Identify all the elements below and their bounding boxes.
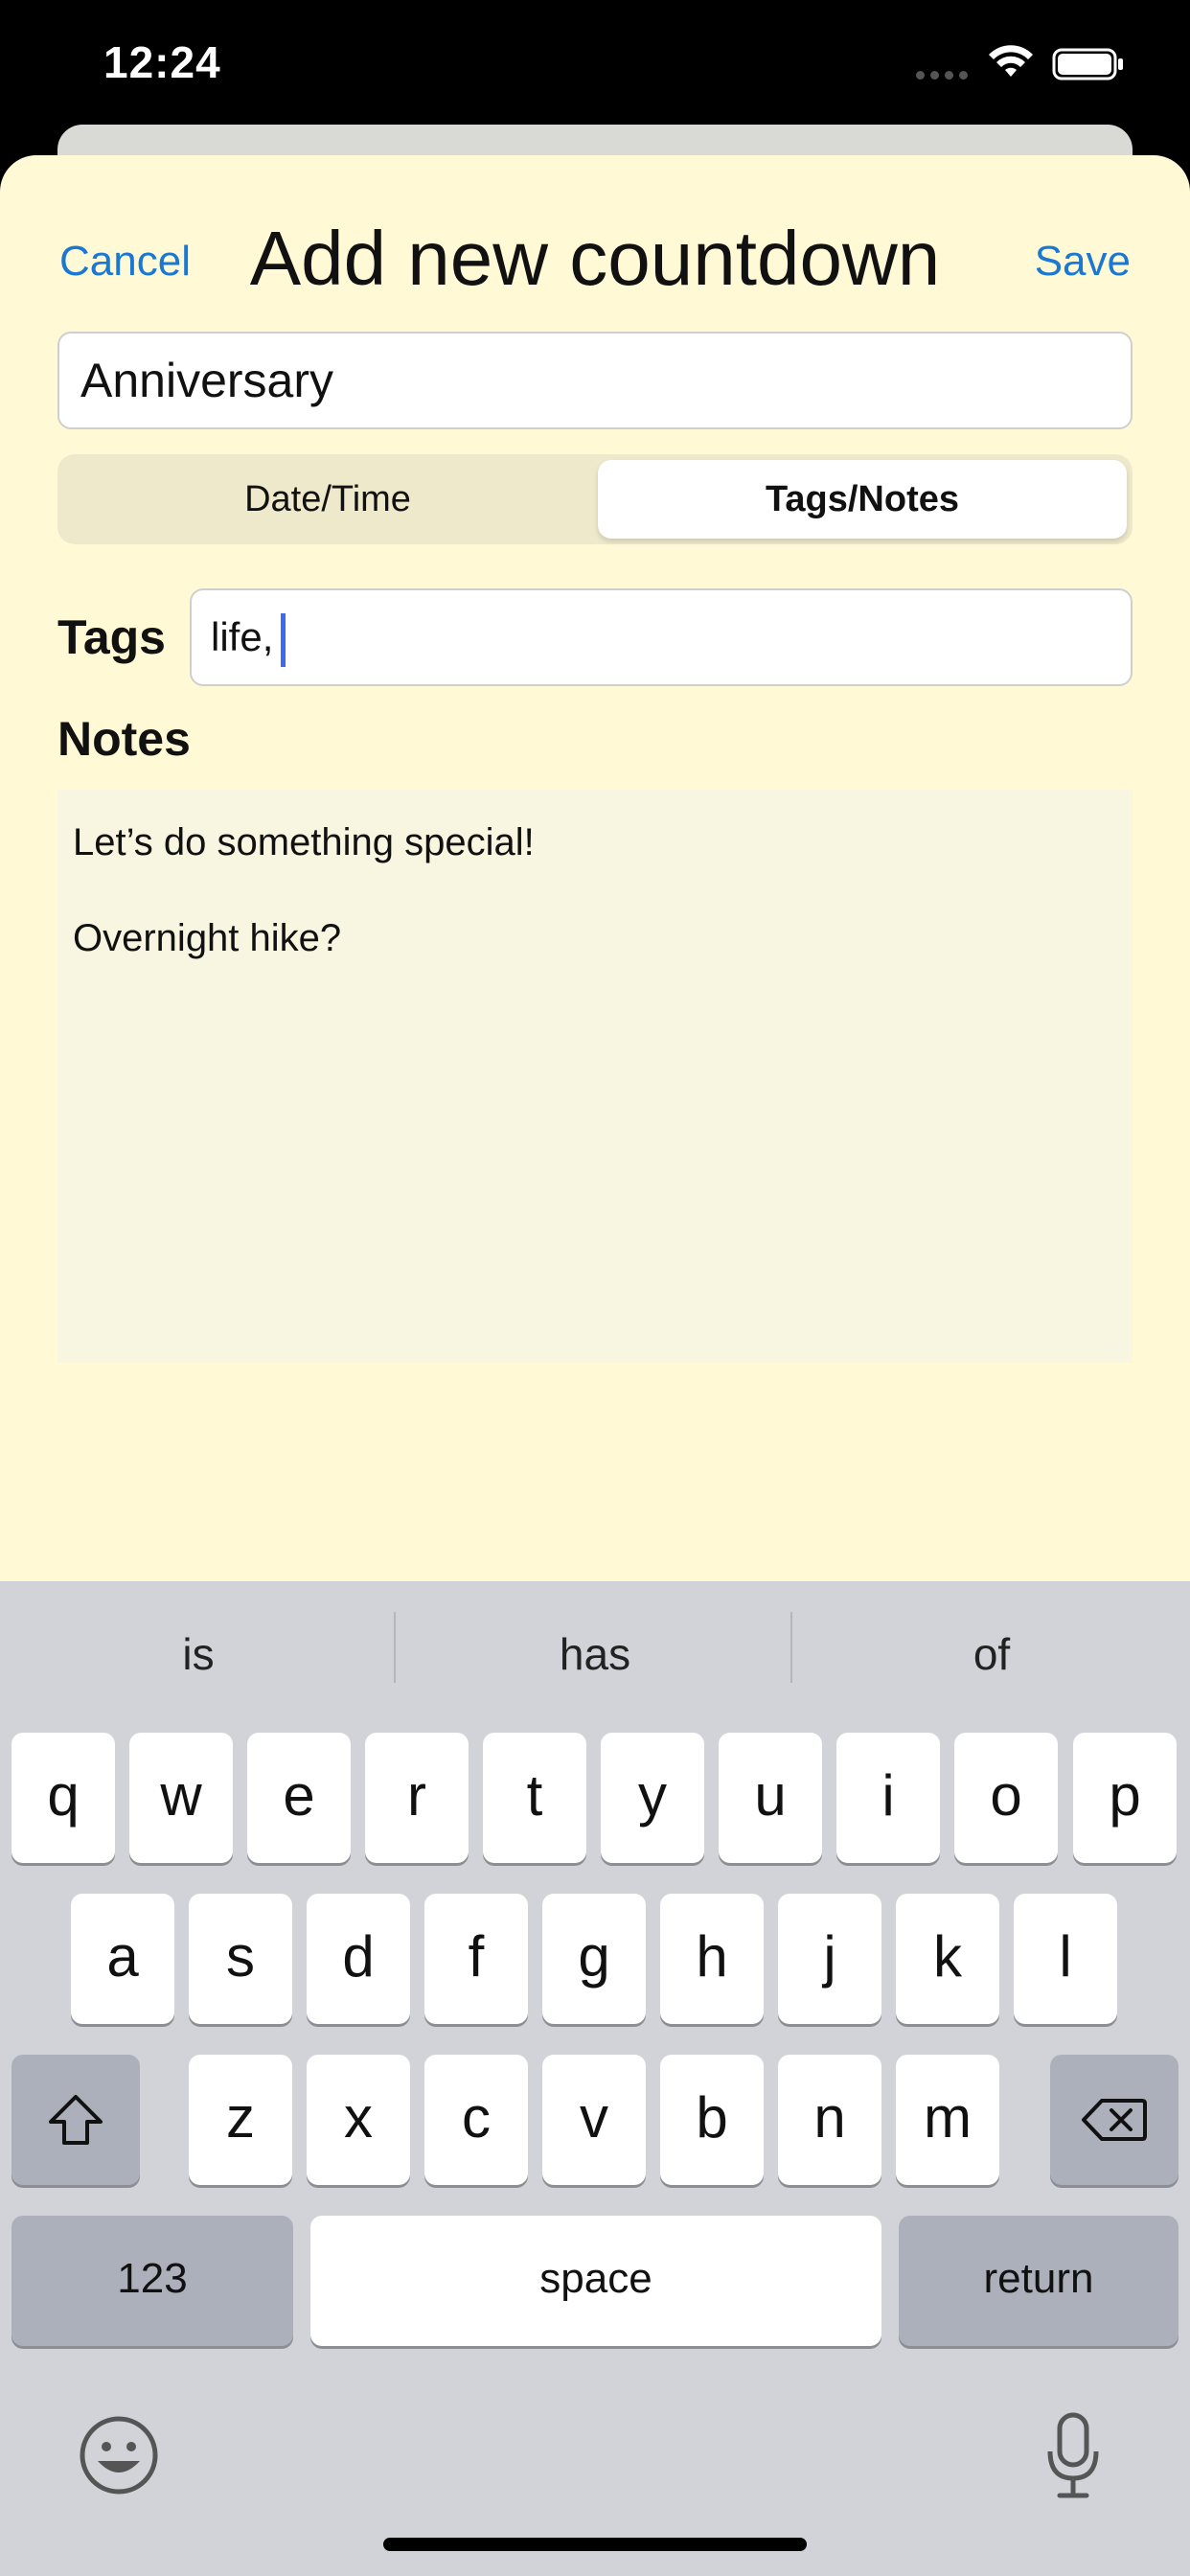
key-letter[interactable]: f (424, 1894, 528, 2024)
numbers-key[interactable]: 123 (11, 2216, 293, 2346)
notes-line: Overnight hike? (73, 917, 342, 959)
key-letter[interactable]: x (307, 2055, 410, 2185)
key-letter[interactable]: e (247, 1733, 351, 1863)
battery-icon (1052, 48, 1123, 80)
key-letter[interactable]: t (483, 1733, 586, 1863)
page-title: Add new countdown (249, 216, 941, 301)
key-letter[interactable]: p (1073, 1733, 1177, 1863)
key-letter[interactable]: y (601, 1733, 704, 1863)
suggestion-divider (394, 1612, 396, 1683)
key-letter[interactable]: d (307, 1894, 410, 2024)
text-cursor (281, 612, 286, 667)
countdown-name-input[interactable]: Anniversary (57, 332, 1133, 429)
tab-tags-notes[interactable]: Tags/Notes (598, 460, 1127, 539)
segmented-control: Date/Time Tags/Notes (57, 454, 1133, 544)
suggestion-item[interactable]: is (0, 1581, 397, 1727)
key-letter[interactable]: n (778, 2055, 881, 2185)
home-indicator[interactable] (383, 2538, 807, 2551)
shift-key[interactable] (11, 2055, 140, 2185)
notes-textarea[interactable]: Let’s do something special! Overnight hi… (57, 790, 1133, 1363)
notes-label: Notes (57, 712, 191, 766)
tab-date-time[interactable]: Date/Time (63, 460, 592, 539)
key-letter[interactable]: l (1014, 1894, 1117, 2024)
keyboard: is has of q w e r t y u i o p a s d f g … (0, 1581, 1190, 2576)
key-letter[interactable]: w (129, 1733, 233, 1863)
key-letter[interactable]: c (424, 2055, 528, 2185)
key-letter[interactable]: z (189, 2055, 292, 2185)
backspace-icon (1082, 2099, 1147, 2141)
key-letter[interactable]: q (11, 1733, 115, 1863)
status-bar: 12:24 (0, 0, 1190, 126)
shift-icon (49, 2095, 103, 2145)
tags-label: Tags (57, 610, 166, 664)
microphone-icon[interactable] (1044, 2411, 1102, 2501)
key-letter[interactable]: m (896, 2055, 999, 2185)
suggestion-item[interactable]: of (793, 1581, 1190, 1727)
notes-line: Let’s do something special! (73, 821, 535, 863)
key-letter[interactable]: u (719, 1733, 822, 1863)
status-time: 12:24 (103, 37, 221, 87)
key-letter[interactable]: o (954, 1733, 1058, 1863)
key-letter[interactable]: h (660, 1894, 764, 2024)
space-key[interactable]: space (310, 2216, 881, 2346)
suggestion-bar: is has of (0, 1581, 1190, 1727)
key-letter[interactable]: k (896, 1894, 999, 2024)
tags-input-value: life, (211, 614, 274, 659)
cellular-signal-icon (916, 71, 968, 80)
wifi-icon (989, 45, 1033, 77)
emoji-icon[interactable] (77, 2413, 161, 2497)
key-letter[interactable]: j (778, 1894, 881, 2024)
key-letter[interactable]: b (660, 2055, 764, 2185)
key-letter[interactable]: i (836, 1733, 940, 1863)
suggestion-divider (790, 1612, 792, 1683)
suggestion-item[interactable]: has (397, 1581, 793, 1727)
save-button[interactable]: Save (1035, 238, 1131, 286)
key-letter[interactable]: g (542, 1894, 646, 2024)
tags-input[interactable]: life, (190, 588, 1133, 686)
key-letter[interactable]: v (542, 2055, 646, 2185)
delete-key[interactable] (1050, 2055, 1179, 2185)
key-letter[interactable]: s (189, 1894, 292, 2024)
key-letter[interactable]: a (71, 1894, 174, 2024)
return-key[interactable]: return (899, 2216, 1179, 2346)
key-letter[interactable]: r (365, 1733, 469, 1863)
